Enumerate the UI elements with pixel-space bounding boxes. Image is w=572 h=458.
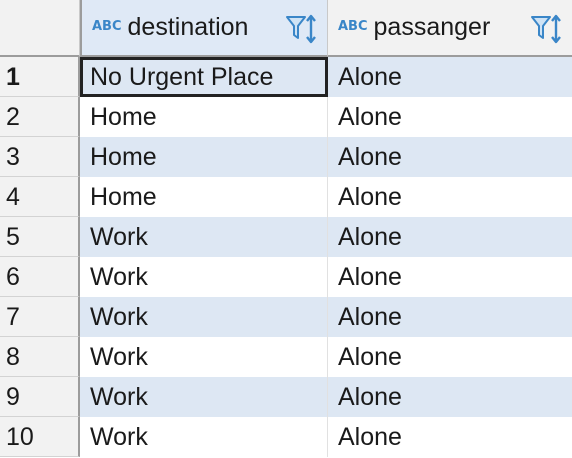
filter-icon[interactable] xyxy=(531,16,551,39)
cell-passanger[interactable]: Alone xyxy=(328,417,572,457)
row-number[interactable]: 1 xyxy=(0,57,80,97)
cell-passanger[interactable]: Alone xyxy=(328,177,572,217)
cell-passanger[interactable]: Alone xyxy=(328,377,572,417)
table-row[interactable]: 6 Work Alone xyxy=(0,257,572,297)
table-row[interactable]: 1 No Urgent Place Alone xyxy=(0,57,572,97)
cell-destination[interactable]: Work xyxy=(80,217,328,257)
cell-passanger[interactable]: Alone xyxy=(328,257,572,297)
column-header-label: destination xyxy=(127,13,249,41)
table-row[interactable]: 9 Work Alone xyxy=(0,377,572,417)
table-row[interactable]: 7 Work Alone xyxy=(0,297,572,337)
cell-destination[interactable]: Work xyxy=(80,377,328,417)
row-number[interactable]: 5 xyxy=(0,217,80,257)
cell-passanger[interactable]: Alone xyxy=(328,57,572,97)
table-row[interactable]: 10 Work Alone xyxy=(0,417,572,457)
row-number[interactable]: 9 xyxy=(0,377,80,417)
row-number[interactable]: 6 xyxy=(0,257,80,297)
cell-passanger[interactable]: Alone xyxy=(328,217,572,257)
row-number[interactable]: 3 xyxy=(0,137,80,177)
header-row: ABC destination ABC passanger xyxy=(0,0,572,57)
filter-icon[interactable] xyxy=(286,16,306,39)
grid-corner[interactable] xyxy=(0,0,80,57)
abc-type-icon: ABC xyxy=(338,18,368,34)
cell-destination[interactable]: No Urgent Place xyxy=(80,57,328,97)
cell-destination[interactable]: Work xyxy=(80,297,328,337)
column-header-destination[interactable]: ABC destination xyxy=(80,0,328,57)
filter-sort-icons xyxy=(286,14,316,44)
grid-body: 1 No Urgent Place Alone 2 Home Alone 3 H… xyxy=(0,57,572,457)
row-number[interactable]: 4 xyxy=(0,177,80,217)
cell-passanger[interactable]: Alone xyxy=(328,97,572,137)
sort-arrows-icon[interactable] xyxy=(551,14,561,44)
row-number[interactable]: 10 xyxy=(0,417,80,457)
results-grid: ABC destination ABC passanger 1 No Urgen… xyxy=(0,0,572,458)
cell-destination[interactable]: Home xyxy=(80,137,328,177)
filter-sort-icons xyxy=(531,14,561,44)
cell-passanger[interactable]: Alone xyxy=(328,337,572,377)
column-header-passanger[interactable]: ABC passanger xyxy=(328,0,572,57)
table-row[interactable]: 8 Work Alone xyxy=(0,337,572,377)
row-number[interactable]: 8 xyxy=(0,337,80,377)
cell-destination[interactable]: Home xyxy=(80,97,328,137)
column-header-label: passanger xyxy=(373,13,491,41)
table-row[interactable]: 3 Home Alone xyxy=(0,137,572,177)
cell-destination[interactable]: Work xyxy=(80,337,328,377)
table-row[interactable]: 2 Home Alone xyxy=(0,97,572,137)
table-row[interactable]: 4 Home Alone xyxy=(0,177,572,217)
table-row[interactable]: 5 Work Alone xyxy=(0,217,572,257)
row-number[interactable]: 7 xyxy=(0,297,80,337)
cell-passanger[interactable]: Alone xyxy=(328,297,572,337)
cell-passanger[interactable]: Alone xyxy=(328,137,572,177)
abc-type-icon: ABC xyxy=(92,18,122,34)
cell-destination[interactable]: Work xyxy=(80,417,328,457)
cell-destination[interactable]: Work xyxy=(80,257,328,297)
cell-destination[interactable]: Home xyxy=(80,177,328,217)
row-number[interactable]: 2 xyxy=(0,97,80,137)
sort-arrows-icon[interactable] xyxy=(306,14,316,44)
